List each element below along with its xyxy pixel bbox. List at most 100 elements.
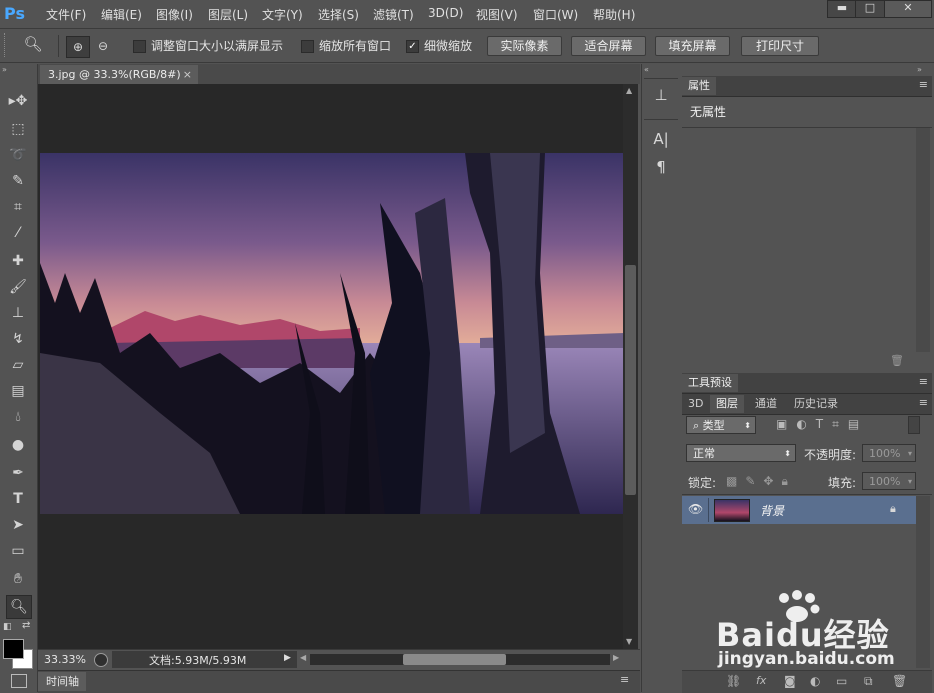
delete-layer-icon[interactable]: 🗑︎	[892, 674, 907, 688]
layer-filter-select[interactable]: ⌕ 类型 ⬍	[686, 416, 756, 434]
healing-brush-tool-icon[interactable]: ✚	[6, 250, 30, 272]
maximize-button[interactable]: □	[855, 0, 885, 18]
tab-history[interactable]: 历史记录	[788, 395, 844, 413]
filter-toggle[interactable]	[908, 416, 920, 434]
properties-trash-icon[interactable]: 🗑︎	[890, 354, 904, 367]
document-image[interactable]	[40, 153, 624, 514]
lock-icons[interactable]: ▩✎✥🔒︎	[726, 474, 796, 489]
layers-scrollbar[interactable]	[916, 496, 930, 668]
menu-file[interactable]: 文件(F)	[46, 6, 86, 23]
menu-help[interactable]: 帮助(H)	[593, 6, 635, 23]
print-size-button[interactable]: 打印尺寸	[741, 36, 819, 56]
layer-name[interactable]: 背景	[760, 502, 784, 519]
resize-windows-checkbox[interactable]	[133, 40, 146, 53]
quick-mask-icon[interactable]	[11, 674, 27, 688]
layer-row[interactable]: 👁︎ 背景 🔒︎	[682, 496, 916, 524]
collapse-strip-icon[interactable]: «	[644, 65, 649, 74]
path-selection-tool-icon[interactable]: ➤	[6, 514, 30, 536]
status-menu-arrow-icon[interactable]: ▶	[284, 653, 291, 663]
close-button[interactable]: ✕	[884, 0, 932, 18]
marquee-tool-icon[interactable]: ⬚	[6, 118, 30, 140]
menu-image[interactable]: 图像(I)	[156, 6, 193, 23]
collapse-toolbar-icon[interactable]: »	[2, 65, 7, 74]
crop-tool-icon[interactable]: ⌗	[6, 196, 30, 218]
collapse-dock-icon[interactable]: »	[917, 65, 922, 74]
tab-layers[interactable]: 图层	[710, 395, 744, 413]
tab-properties[interactable]: 属性	[682, 77, 716, 95]
menu-filter[interactable]: 滤镜(T)	[373, 6, 414, 23]
menu-3d[interactable]: 3D(D)	[428, 6, 463, 20]
tab-3d[interactable]: 3D	[682, 395, 709, 413]
scroll-down-icon[interactable]: ▼	[626, 637, 632, 646]
blur-tool-icon[interactable]: 💧︎	[6, 406, 30, 428]
fill-input[interactable]: 100% ▾	[862, 472, 916, 490]
document-tab[interactable]: 3.jpg @ 33.3%(RGB/8#) ×	[40, 65, 198, 84]
menu-view[interactable]: 视图(V)	[476, 6, 518, 23]
scroll-up-icon[interactable]: ▲	[626, 86, 632, 95]
pen-tool-icon[interactable]: ✒	[6, 462, 30, 484]
tab-tool-presets[interactable]: 工具预设	[682, 374, 738, 392]
gradient-tool-icon[interactable]: ▤	[6, 380, 30, 402]
rectangle-tool-icon[interactable]: ▭	[6, 540, 30, 562]
move-tool-icon[interactable]: ▸✥	[6, 90, 30, 112]
scroll-right-icon[interactable]: ▶	[613, 653, 619, 662]
horizontal-scroll-thumb[interactable]	[403, 654, 506, 665]
export-status-icon[interactable]	[94, 653, 108, 667]
scrubby-zoom-checkbox[interactable]: ✓	[406, 40, 419, 53]
quick-selection-tool-icon[interactable]: ✎	[6, 170, 30, 192]
paragraph-panel-icon[interactable]: ¶	[649, 158, 673, 176]
fill-screen-button[interactable]: 填充屏幕	[655, 36, 730, 56]
menu-edit[interactable]: 编辑(E)	[101, 6, 142, 23]
adjustment-layer-icon[interactable]: ◐	[810, 674, 820, 688]
layer-style-icon[interactable]: fx	[756, 674, 766, 687]
menu-window[interactable]: 窗口(W)	[533, 6, 578, 23]
link-layers-icon[interactable]: ⛓︎	[726, 674, 741, 688]
actual-pixels-button[interactable]: 实际像素	[487, 36, 562, 56]
zoom-out-icon[interactable]: ⊖	[92, 36, 114, 56]
hand-tool-icon[interactable]: ✋︎	[6, 568, 30, 590]
zoom-in-icon[interactable]: ⊕	[66, 36, 90, 58]
foreground-color-swatch[interactable]	[3, 639, 24, 659]
properties-panel-menu-icon[interactable]: ≡	[919, 78, 928, 91]
fill-value: 100%	[869, 475, 901, 488]
menu-select[interactable]: 选择(S)	[318, 6, 359, 23]
menu-layer[interactable]: 图层(L)	[208, 6, 248, 23]
layer-filter-icons[interactable]: ▣◐T⌗▤	[776, 417, 868, 432]
history-brush-tool-icon[interactable]: ↯	[6, 328, 30, 350]
lasso-tool-icon[interactable]: ➰	[6, 144, 30, 166]
zoom-tool-preset-icon[interactable]: 🔍︎	[18, 35, 48, 53]
tab-channels[interactable]: 通道	[749, 395, 783, 413]
new-layer-icon[interactable]: ⧉	[864, 674, 873, 689]
scroll-left-icon[interactable]: ◀	[300, 653, 306, 662]
timeline-tab[interactable]: 时间轴	[38, 672, 86, 691]
vertical-scroll-thumb[interactable]	[625, 265, 636, 495]
stamp-panel-icon[interactable]: ⊥	[649, 86, 673, 104]
default-colors-icon[interactable]: ◧	[3, 622, 12, 632]
layers-panel-menu-icon[interactable]: ≡	[919, 396, 928, 409]
add-mask-icon[interactable]: ◙	[784, 674, 796, 688]
document-tab-close-icon[interactable]: ×	[183, 65, 192, 84]
timeline-panel-menu-icon[interactable]: ≡	[620, 673, 629, 686]
blend-mode-select[interactable]: 正常 ⬍	[686, 444, 796, 462]
properties-scrollbar[interactable]	[916, 128, 930, 352]
fit-screen-button[interactable]: 适合屏幕	[571, 36, 646, 56]
new-group-icon[interactable]: ▭	[836, 674, 847, 688]
opacity-input[interactable]: 100% ▾	[862, 444, 916, 462]
tool-presets-panel-menu-icon[interactable]: ≡	[919, 375, 928, 388]
eyedropper-tool-icon[interactable]: ⁄	[6, 222, 30, 244]
zoom-all-windows-checkbox[interactable]	[301, 40, 314, 53]
zoom-level[interactable]: 33.33%	[44, 653, 86, 666]
grip-handle[interactable]	[4, 33, 9, 57]
minimize-button[interactable]: ▬	[827, 0, 857, 18]
type-tool-icon[interactable]: T	[6, 488, 30, 510]
eye-visibility-icon[interactable]: 👁︎	[688, 502, 703, 516]
horizontal-scrollbar[interactable]	[310, 654, 610, 665]
eraser-tool-icon[interactable]: ▱	[6, 354, 30, 376]
menu-type[interactable]: 文字(Y)	[262, 6, 303, 23]
clone-stamp-tool-icon[interactable]: ⊥	[6, 302, 30, 324]
brush-tool-icon[interactable]: 🖌︎	[6, 276, 30, 298]
character-panel-icon[interactable]: A|	[649, 130, 673, 148]
swap-colors-icon[interactable]: ⇄	[22, 620, 30, 631]
dodge-tool-icon[interactable]: ●	[6, 434, 30, 456]
zoom-tool-icon[interactable]: 🔍︎	[6, 595, 32, 619]
